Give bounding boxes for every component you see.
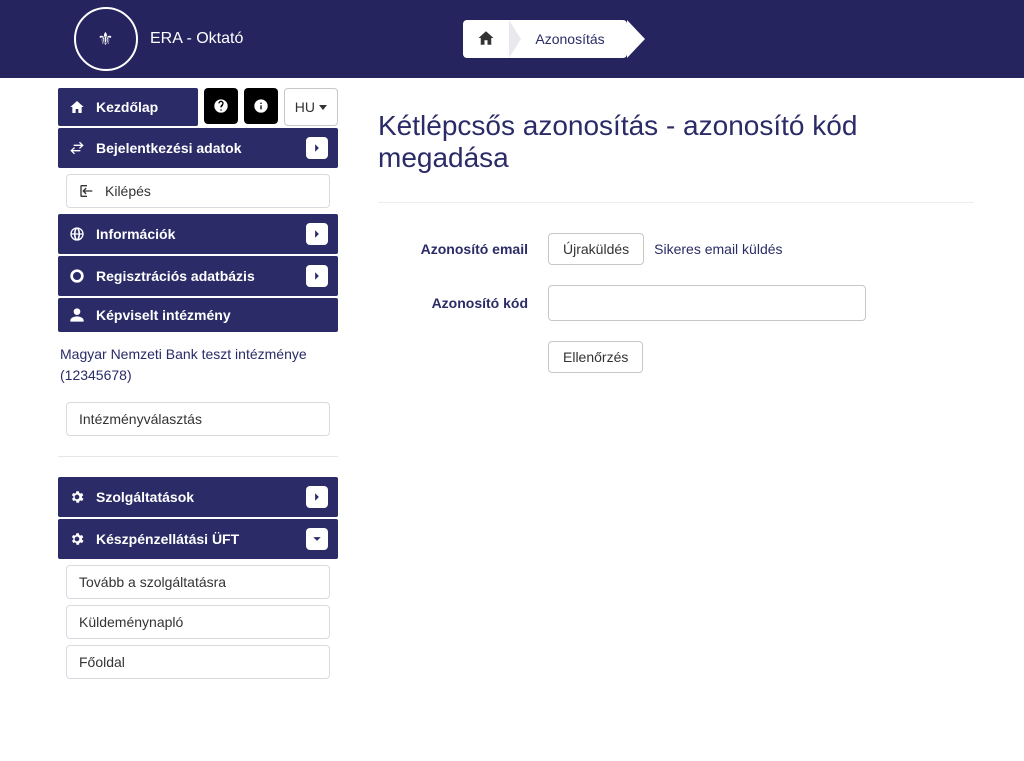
service-log[interactable]: Küldeménynapló [66,605,330,639]
code-label: Azonosító kód [378,295,548,311]
chevron-down-icon [306,528,328,550]
code-input[interactable] [548,285,866,321]
sidebar: Kezdőlap HU Bejelentkezési adatok [58,88,338,685]
sidebar-represented: Képviselt intézmény [58,298,338,332]
verify-button[interactable]: Ellenőrzés [548,341,643,373]
page-title: Kétlépcsős azonosítás - azonosító kód me… [378,110,974,174]
choose-institution-button[interactable]: Intézményválasztás [66,402,330,436]
top-header: ⚜ ERA - Oktató Azonosítás [0,0,1024,78]
language-label: HU [295,99,315,115]
sidebar-services-label: Szolgáltatások [96,489,194,505]
transfer-icon [68,140,86,156]
resend-button[interactable]: Újraküldés [548,233,644,265]
gear-icon [68,489,86,505]
logout-icon [79,183,95,199]
home-icon[interactable] [477,29,495,50]
service-main[interactable]: Főoldal [66,645,330,679]
sidebar-cash-service-label: Készpénzellátási ÜFT [96,531,239,547]
record-icon [68,268,86,284]
choose-institution-label: Intézményválasztás [79,411,202,427]
breadcrumb-separator-icon [509,20,521,58]
sidebar-info-label: Információk [96,226,175,242]
service-log-label: Küldeménynapló [79,614,183,630]
email-row: Azonosító email Újraküldés Sikeres email… [378,233,974,265]
chevron-right-icon [306,223,328,245]
sidebar-regdb-label: Regisztrációs adatbázis [96,268,255,284]
main-content: Kétlépcsős azonosítás - azonosító kód me… [338,88,1024,685]
institution-text: Magyar Nemzeti Bank teszt intézménye (12… [58,334,338,396]
info-button[interactable] [244,88,278,124]
logout-button[interactable]: Kilépés [66,174,330,208]
language-select[interactable]: HU [284,88,338,126]
user-icon [68,307,86,323]
breadcrumb: Azonosítás [463,20,626,58]
divider [378,202,974,203]
service-main-label: Főoldal [79,654,125,670]
logo-icon: ⚜ [74,7,138,71]
logout-label: Kilépés [105,183,151,199]
brand-title: ERA - Oktató [150,30,243,48]
divider [58,456,338,457]
email-label: Azonosító email [378,241,548,257]
sidebar-login-data-label: Bejelentkezési adatok [96,140,242,156]
chevron-right-icon [306,265,328,287]
service-forward-label: Tovább a szolgáltatásra [79,574,226,590]
sidebar-login-data[interactable]: Bejelentkezési adatok [58,128,338,168]
home-icon [68,99,86,115]
gear-icon [68,531,86,547]
sidebar-info[interactable]: Információk [58,214,338,254]
chevron-right-icon [306,137,328,159]
sidebar-represented-label: Képviselt intézmény [96,307,231,323]
code-row: Azonosító kód [378,285,974,321]
sidebar-home-label: Kezdőlap [96,99,158,115]
globe-icon [68,226,86,242]
caret-down-icon [319,105,327,110]
sidebar-regdb[interactable]: Regisztrációs adatbázis [58,256,338,296]
sidebar-services[interactable]: Szolgáltatások [58,477,338,517]
brand: ⚜ ERA - Oktató [74,7,243,71]
service-forward[interactable]: Tovább a szolgáltatásra [66,565,330,599]
help-button[interactable] [204,88,238,124]
sidebar-cash-service[interactable]: Készpénzellátási ÜFT [58,519,338,559]
chevron-right-icon [306,486,328,508]
email-status: Sikeres email küldés [654,241,782,257]
breadcrumb-item[interactable]: Azonosítás [535,31,604,47]
verify-row: Ellenőrzés [378,341,974,373]
sidebar-home[interactable]: Kezdőlap [58,88,198,126]
